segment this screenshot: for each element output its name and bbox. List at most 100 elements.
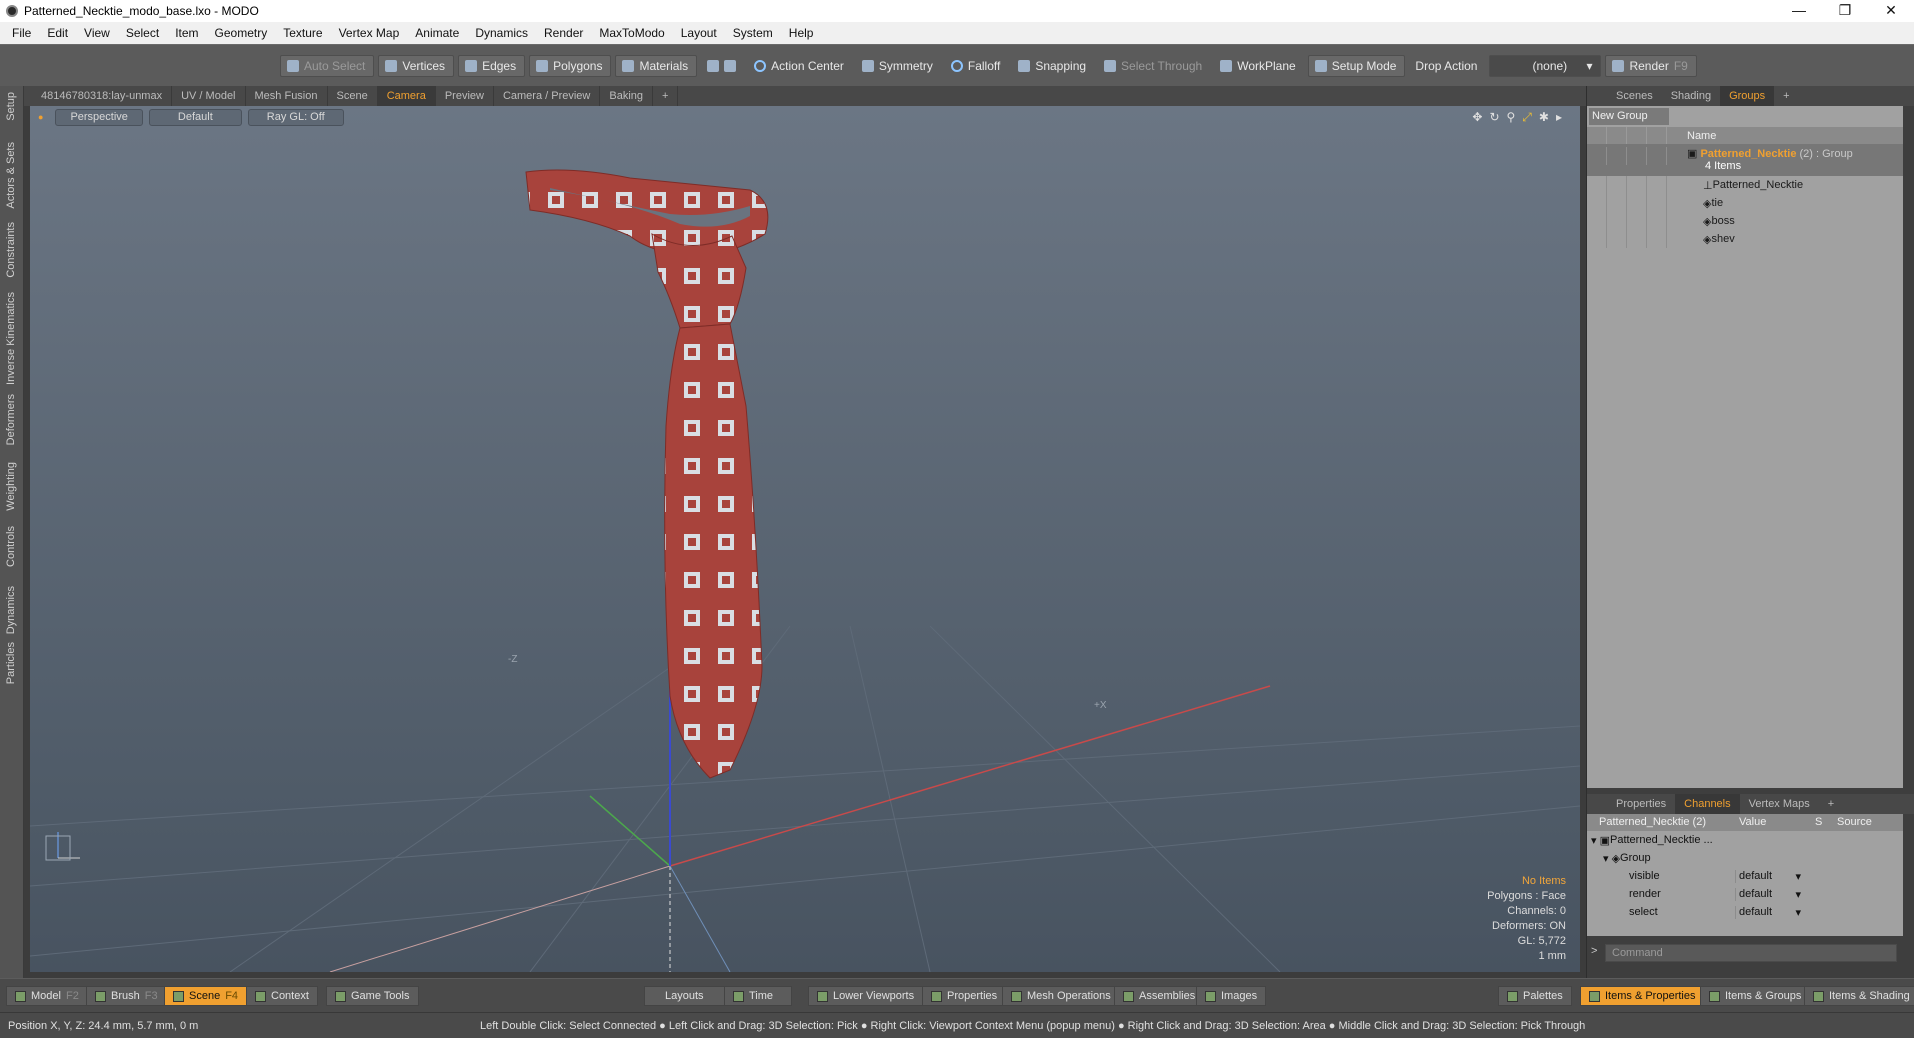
selection-sets-button[interactable] [701,55,744,77]
items-groups-button[interactable]: Items & Groups [1700,986,1811,1006]
menu-animate[interactable]: Animate [407,26,467,40]
symmetry-button[interactable]: Symmetry [856,55,941,77]
menu-layout[interactable]: Layout [673,26,725,40]
tab-shading[interactable]: Shading [1662,86,1720,106]
group-row[interactable]: ▣ Patterned_Necktie (2) : Group 4 Items [1587,144,1903,176]
select-through-button[interactable]: Select Through [1098,55,1210,77]
channel-value-select[interactable]: default ▾ [1735,869,1807,883]
add-tab-button[interactable]: + [653,86,679,106]
channel-value-select[interactable]: default ▾ [1735,887,1807,901]
vertices-button[interactable]: Vertices [378,54,455,77]
tab-deformers[interactable]: Deformers [5,394,17,445]
materials-button[interactable]: Materials [615,54,698,77]
view-mode-button[interactable]: Perspective [55,108,143,126]
eye-icon[interactable] [1587,147,1607,165]
command-input[interactable]: Command [1605,944,1897,962]
render-col-icon[interactable] [1607,127,1627,144]
channel-root-row[interactable]: ▾ ▣ Patterned_Necktie ... [1587,831,1903,849]
tab-preview[interactable]: Preview [436,86,494,106]
tab-vertex-maps[interactable]: Vertex Maps [1740,794,1819,814]
drop-action-select[interactable]: (none) ▾ [1489,54,1602,77]
channel-row[interactable]: render default ▾ [1587,885,1903,903]
expand-icon[interactable]: ▾ ▣ [1587,834,1610,847]
images-button[interactable]: Images [1196,986,1267,1006]
lock-col-icon[interactable] [1627,127,1647,144]
shading-mode-button[interactable]: Default [148,108,242,126]
expand-icon[interactable]: ▾ ◈ [1587,852,1620,865]
tab-weighting[interactable]: Weighting [5,462,17,511]
menu-maxtomodo[interactable]: MaxToModo [591,26,672,40]
tab-camera-preview[interactable]: Camera / Preview [494,86,601,106]
menu-dynamics[interactable]: Dynamics [467,26,536,40]
menu-geometry[interactable]: Geometry [207,26,276,40]
fit-icon[interactable]: ⤢ [1522,110,1532,125]
menu-item[interactable]: Item [167,26,206,40]
menu-select[interactable]: Select [118,26,167,40]
mesh-operations-button[interactable]: Mesh Operations [1002,986,1120,1006]
assemblies-button[interactable]: Assemblies [1114,986,1205,1006]
tab-constraints[interactable]: Constraints [5,222,17,278]
tab-actors-sets[interactable]: Actors & Sets [5,142,17,209]
falloff-button[interactable]: Falloff [945,55,1008,77]
menu-render[interactable]: Render [536,26,591,40]
tab-particles[interactable]: Particles [5,642,17,684]
necktie-model[interactable] [525,169,769,779]
time-button[interactable]: Time [724,986,793,1006]
menu-texture[interactable]: Texture [275,26,330,40]
tab-properties[interactable]: Properties [1607,794,1675,814]
palettes-button[interactable]: Palettes [1498,986,1572,1006]
minimize-button[interactable]: — [1776,0,1822,22]
tab-controls[interactable]: Controls [5,526,17,567]
scene-layout-button[interactable]: Scene F4 [164,986,248,1006]
select-col-icon[interactable] [1647,127,1667,144]
channel-row[interactable]: visible default ▾ [1587,867,1903,885]
tab-groups[interactable]: Groups [1720,86,1775,106]
channel-row[interactable]: select default ▾ [1587,903,1903,921]
expand-arrow-icon[interactable]: ▸ [1556,110,1562,125]
raygl-toggle[interactable]: Ray GL: Off [247,108,344,126]
zoom-icon[interactable]: ⚲ [1507,110,1516,125]
game-tools-button[interactable]: Game Tools [326,986,419,1006]
items-shading-button[interactable]: Items & Shading [1804,986,1914,1006]
properties-button[interactable]: Properties [922,986,1007,1006]
pan-icon[interactable]: ✥ [1472,110,1482,125]
edges-button[interactable]: Edges [458,54,526,77]
list-item[interactable]: ◈ shev [1587,230,1903,248]
rotate-icon[interactable]: ↻ [1489,110,1499,125]
menu-vertex-map[interactable]: Vertex Map [331,26,408,40]
tab-setup[interactable]: Setup [5,92,17,121]
channel-value-select[interactable]: default ▾ [1735,905,1807,919]
tab-inverse-kinematics[interactable]: Inverse Kinematics [5,292,17,385]
3d-viewport[interactable]: -Z +X ● Perspective Default Ray GL: Off … [30,106,1580,972]
snapping-button[interactable]: Snapping [1012,55,1094,77]
menu-view[interactable]: View [76,26,118,40]
tab-scene[interactable]: Scene [328,86,378,106]
tab-scenes[interactable]: Scenes [1607,86,1662,106]
context-button[interactable]: Context [246,986,318,1006]
brush-layout-button[interactable]: Brush F3 [86,986,167,1006]
name-column-header[interactable]: Name [1667,130,1716,142]
model-layout-button[interactable]: Model F2 [6,986,88,1006]
menu-system[interactable]: System [725,26,781,40]
menu-file[interactable]: File [4,26,39,40]
viewport-menu-dot-icon[interactable]: ● [38,112,43,122]
action-center-button[interactable]: Action Center [748,55,852,77]
tab-camera[interactable]: Camera [377,86,436,106]
close-button[interactable]: ✕ [1868,0,1914,22]
viewport-settings-icon[interactable]: ✱ [1539,110,1549,125]
add-panel-tab-button[interactable]: + [1774,86,1798,106]
layouts-button[interactable]: Layouts [644,986,725,1006]
list-item[interactable]: ◈ boss [1587,212,1903,230]
workplane-button[interactable]: WorkPlane [1214,55,1303,77]
tab-layout[interactable]: 48146780318:lay-unmax [32,86,173,106]
menu-help[interactable]: Help [781,26,822,40]
render-button[interactable]: Render F9 [1605,54,1697,77]
tab-channels[interactable]: Channels [1675,794,1740,814]
visibility-col-icon[interactable] [1587,127,1607,144]
restore-button[interactable]: ❐ [1822,0,1868,22]
new-group-button[interactable]: New Group [1589,108,1669,125]
lower-viewports-button[interactable]: Lower Viewports [808,986,924,1006]
items-properties-button[interactable]: Items & Properties [1580,986,1705,1006]
setup-mode-button[interactable]: Setup Mode [1307,54,1406,77]
tab-baking[interactable]: Baking [600,86,654,106]
